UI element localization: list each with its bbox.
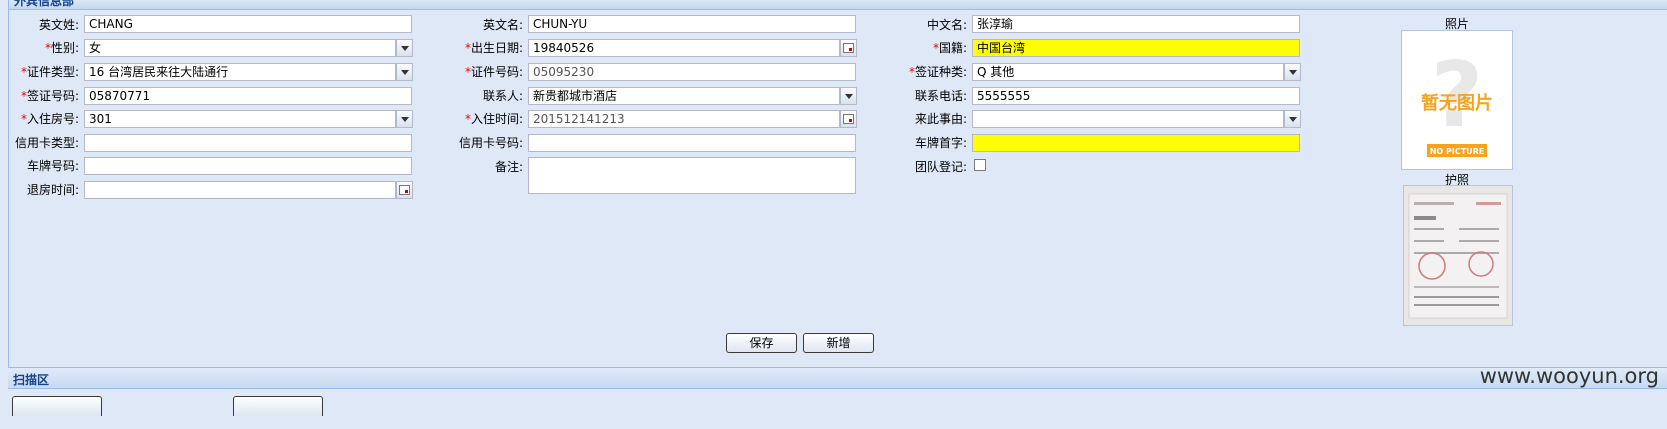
no-picture-image: ? 暂无图片 NO PICTURE [1402,31,1512,169]
visa-number-label: *签证号码: [11,88,79,104]
card-number-field[interactable] [528,134,856,152]
gender-dropdown-button[interactable] [396,39,413,57]
plate-number-field[interactable] [84,157,412,175]
gender-label: *性别: [11,40,79,56]
room-select[interactable]: 301 [84,110,396,128]
add-button[interactable]: 新增 [803,333,874,353]
visa-type-label-text: 签证种类: [914,65,967,79]
checkin-time-label: *入住时间: [449,111,523,127]
birth-date-label: *出生日期: [449,40,523,56]
chevron-down-icon [844,93,853,99]
chevron-down-icon [400,45,409,51]
scan-button-2[interactable] [233,396,323,416]
chevron-down-icon [1288,69,1297,75]
nationality-field[interactable]: 中国台湾 [972,39,1300,57]
visit-reason-label: 来此事由: [914,112,967,126]
contact-select[interactable]: 新贵都城市酒店 [528,87,840,105]
watermark-text: www.wooyun.org [1479,364,1659,388]
no-picture-en-text: NO PICTURE [1430,147,1485,156]
passport-scan-graphic [1404,186,1512,325]
phone-field[interactable]: 5555555 [972,87,1300,105]
id-type-dropdown-button[interactable] [396,63,413,81]
room-dropdown-button[interactable] [396,110,413,128]
plate-number-label: 车牌号码: [26,159,79,173]
chevron-down-icon [1288,116,1297,122]
id-type-label: *证件类型: [11,64,79,80]
remark-textarea[interactable] [528,157,856,194]
chevron-down-icon [400,116,409,122]
room-label: *入住房号: [11,111,79,127]
visa-type-dropdown-button[interactable] [1284,63,1301,81]
calendar-icon [843,43,854,53]
group-registration-checkbox[interactable] [974,159,986,171]
nationality-label-text: 国籍: [938,41,967,55]
last-name-en-field[interactable]: CHANG [84,15,412,33]
checkout-time-label: 退房时间: [26,183,79,197]
name-cn-field[interactable]: 张淳瑜 [972,15,1300,33]
visa-type-label: *签证种类: [893,64,967,80]
id-number-label-text: 证件号码: [470,65,523,79]
scan-section-title: 扫描区 [13,373,50,387]
visit-reason-dropdown-button[interactable] [1284,110,1301,128]
nationality-label: *国籍: [893,40,967,56]
plate-prefix-label: 车牌首字: [914,136,967,150]
phone-label: 联系电话: [914,89,967,103]
passport-scan-image [1403,185,1513,326]
birth-date-label-text: 出生日期: [470,41,523,55]
name-cn-label: 中文名: [926,18,967,32]
checkout-time-field[interactable] [84,181,396,199]
visa-number-field[interactable]: 05870771 [84,87,412,105]
checkin-time-field[interactable]: 201512141213 [528,110,840,128]
guest-photo: ? 暂无图片 NO PICTURE [1401,30,1513,170]
id-type-label-text: 证件类型: [26,65,79,79]
visa-type-select[interactable]: Q 其他 [972,63,1284,81]
id-number-label: *证件号码: [449,64,523,80]
checkout-date-picker-button[interactable] [396,181,413,199]
visa-number-label-text: 签证号码: [26,89,79,103]
no-picture-cn-text: 暂无图片 [1421,92,1493,114]
birth-date-field[interactable]: 19840526 [528,39,840,57]
save-button[interactable]: 保存 [726,333,797,353]
card-number-label: 信用卡号码: [458,136,523,150]
id-type-select[interactable]: 16 台湾居民来往大陆通行 [84,63,396,81]
checkin-date-picker-button[interactable] [840,110,857,128]
first-name-en-field[interactable]: CHUN-YU [528,15,856,33]
contact-label: 联系人: [482,89,523,103]
checkin-time-label-text: 入住时间: [470,112,523,126]
scan-section-header: 扫描区 [8,367,1667,389]
last-name-en-label: 英文姓: [38,18,79,32]
card-type-label: 信用卡类型: [14,136,79,150]
gender-label-text: 性别: [50,41,79,55]
guest-info-panel: 外宾信息部 英文姓: CHANG *性别: 女 *证件类型: 16 台湾居民来往… [8,0,1667,389]
id-number-field[interactable]: 05095230 [528,63,856,81]
remark-label: 备注: [494,160,523,174]
first-name-en-label: 英文名: [482,18,523,32]
birth-date-picker-button[interactable] [840,39,857,57]
plate-prefix-field[interactable] [972,134,1300,152]
group-registration-label: 团队登记: [914,160,967,174]
contact-dropdown-button[interactable] [840,87,857,105]
scan-button-1[interactable] [12,396,102,416]
panel-title: 外宾信息部 [14,0,75,8]
calendar-icon [399,185,410,195]
card-type-field[interactable] [84,134,412,152]
visit-reason-select[interactable] [972,110,1284,128]
calendar-icon [843,114,854,124]
gender-select[interactable]: 女 [84,39,396,57]
chevron-down-icon [400,69,409,75]
panel-header: 外宾信息部 [9,0,1667,10]
room-label-text: 入住房号: [26,112,79,126]
